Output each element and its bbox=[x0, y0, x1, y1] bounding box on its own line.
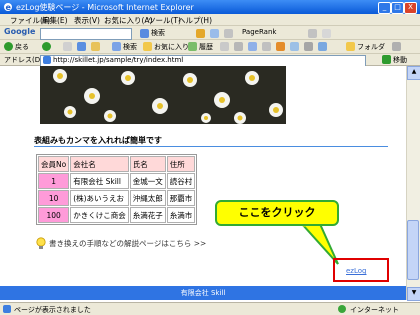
window-titlebar: e ezLog使験ページ - Microsoft Internet Explor… bbox=[0, 0, 420, 14]
print-icon[interactable] bbox=[234, 42, 243, 51]
go-button[interactable]: 移動 bbox=[393, 55, 407, 65]
nav-toolbar: 戻る 検索 お気に入り 履歴 フォルダ bbox=[0, 40, 420, 54]
table-row: 100 かきくけこ商会 糸満花子 糸満市 bbox=[38, 207, 196, 223]
table-cell: 沖縄太郎 bbox=[129, 190, 166, 206]
table-header: 住所 bbox=[166, 156, 196, 172]
page-footer: 有限会社 Skill bbox=[0, 286, 406, 300]
search-button[interactable]: 検索 bbox=[123, 42, 137, 52]
edit-icon[interactable] bbox=[248, 42, 257, 51]
table-cell: 10 bbox=[38, 190, 70, 206]
table-cell: 糸満市 bbox=[166, 207, 196, 223]
table-cell: (株)あいうえお bbox=[70, 190, 129, 206]
table-cell: かきくけこ商会 bbox=[70, 207, 129, 223]
maximize-button[interactable]: □ bbox=[391, 2, 404, 14]
table-cell: 1 bbox=[38, 173, 70, 189]
scroll-up-arrow-icon[interactable]: ▲ bbox=[407, 66, 420, 80]
discuss-icon[interactable] bbox=[262, 42, 271, 51]
mail-icon[interactable] bbox=[220, 42, 229, 51]
table-header-row: 会員No 会社名 氏名 住所 bbox=[38, 156, 196, 172]
status-text: ページが表示されました bbox=[14, 306, 91, 314]
search-icon[interactable] bbox=[112, 42, 121, 51]
google-search-button[interactable]: 検索 bbox=[151, 28, 165, 38]
address-url: http://skillet.jp/sample/try/index.html bbox=[53, 56, 184, 64]
back-arrow-icon[interactable] bbox=[4, 42, 13, 51]
refresh-icon[interactable] bbox=[77, 42, 86, 51]
google-brand: Google bbox=[4, 27, 36, 36]
table-row: 10 (株)あいうえお 沖縄太郎 那覇市 bbox=[38, 190, 196, 206]
svg-text:e: e bbox=[6, 3, 12, 12]
page-status-icon bbox=[3, 305, 11, 313]
research-icon[interactable] bbox=[290, 42, 299, 51]
zone-text: インターネット bbox=[350, 306, 399, 314]
status-bar: ページが表示されました インターネット bbox=[0, 302, 420, 315]
flower-image bbox=[40, 66, 286, 124]
menu-bar: ファイル(F) 編集(E) 表示(V) お気に入り(A) ツール(T) ヘルプ(… bbox=[0, 14, 420, 26]
folder-icon[interactable] bbox=[346, 42, 355, 51]
favorites-button[interactable]: お気に入り bbox=[154, 42, 189, 52]
close-button[interactable]: X bbox=[404, 2, 417, 14]
menu-tools[interactable]: ツール(T) bbox=[148, 15, 181, 26]
menu-view[interactable]: 表示(V) bbox=[74, 15, 100, 26]
ie-logo-icon: e bbox=[4, 3, 12, 12]
table-cell: 那覇市 bbox=[166, 190, 196, 206]
go-arrow-icon[interactable] bbox=[382, 55, 391, 64]
table-cell: 読谷村 bbox=[166, 173, 196, 189]
info-icon[interactable] bbox=[210, 29, 219, 38]
forward-arrow-icon[interactable] bbox=[42, 42, 51, 51]
table-cell: 金城一文 bbox=[129, 173, 166, 189]
heading-rule bbox=[34, 146, 388, 147]
table-header: 会社名 bbox=[70, 156, 129, 172]
member-table: 会員No 会社名 氏名 住所 1 有限会社 Skill 金城一文 読谷村 10 … bbox=[36, 154, 198, 225]
menu-favorites[interactable]: お気に入り(A) bbox=[104, 15, 152, 26]
google-search-input[interactable] bbox=[40, 28, 132, 40]
table-cell: 有限会社 Skill bbox=[70, 173, 129, 189]
address-bar: アドレス(D) http://skillet.jp/sample/try/ind… bbox=[0, 54, 420, 67]
pagerank-label: PageRank bbox=[242, 28, 277, 36]
minimize-button[interactable]: _ bbox=[378, 2, 391, 14]
click-here-callout: ここをクリック bbox=[215, 200, 339, 226]
scrollbar-thumb[interactable] bbox=[407, 220, 419, 280]
toolbar-icon[interactable] bbox=[318, 42, 327, 51]
ezlog-link[interactable]: ezLog bbox=[346, 267, 366, 275]
chamomile-photo bbox=[40, 66, 286, 124]
page-icon[interactable] bbox=[224, 29, 233, 38]
folder-button[interactable]: フォルダ bbox=[357, 42, 385, 52]
menu-edit[interactable]: 編集(E) bbox=[42, 15, 68, 26]
scroll-down-arrow-icon[interactable]: ▼ bbox=[407, 287, 420, 301]
tool-icon[interactable] bbox=[304, 42, 313, 51]
window-title: ezLog使験ページ - Microsoft Internet Explorer bbox=[16, 3, 194, 12]
home-icon[interactable] bbox=[91, 42, 100, 51]
table-row: 1 有限会社 Skill 金城一文 読谷村 bbox=[38, 173, 196, 189]
history-button[interactable]: 履歴 bbox=[199, 42, 213, 52]
google-search-icon bbox=[140, 29, 149, 38]
more-icon[interactable] bbox=[392, 42, 401, 51]
news-icon[interactable] bbox=[196, 29, 205, 38]
guide-link[interactable]: 書き換えの手順などの解説ページはこちら >> bbox=[49, 238, 206, 249]
messenger-icon[interactable] bbox=[276, 42, 285, 51]
menu-help[interactable]: ヘルプ(H) bbox=[178, 15, 212, 26]
table-cell: 100 bbox=[38, 207, 70, 223]
back-button[interactable]: 戻る bbox=[15, 42, 29, 52]
table-cell: 糸満花子 bbox=[129, 207, 166, 223]
google-toolbar: Google 検索 PageRank bbox=[0, 26, 420, 63]
settings-icon[interactable] bbox=[322, 29, 331, 38]
highlight-icon[interactable] bbox=[308, 29, 317, 38]
lightbulb-icon bbox=[36, 237, 46, 249]
history-icon[interactable] bbox=[188, 42, 197, 51]
stop-icon[interactable] bbox=[63, 42, 72, 51]
table-header: 会員No bbox=[38, 156, 70, 172]
address-label: アドレス(D) bbox=[4, 56, 43, 64]
table-header: 氏名 bbox=[129, 156, 166, 172]
internet-globe-icon bbox=[338, 305, 346, 313]
favorites-star-icon[interactable] bbox=[143, 42, 152, 51]
page-favicon-icon bbox=[43, 56, 51, 64]
section-heading: 表組みもカンマを入れれば簡単です bbox=[34, 136, 162, 145]
